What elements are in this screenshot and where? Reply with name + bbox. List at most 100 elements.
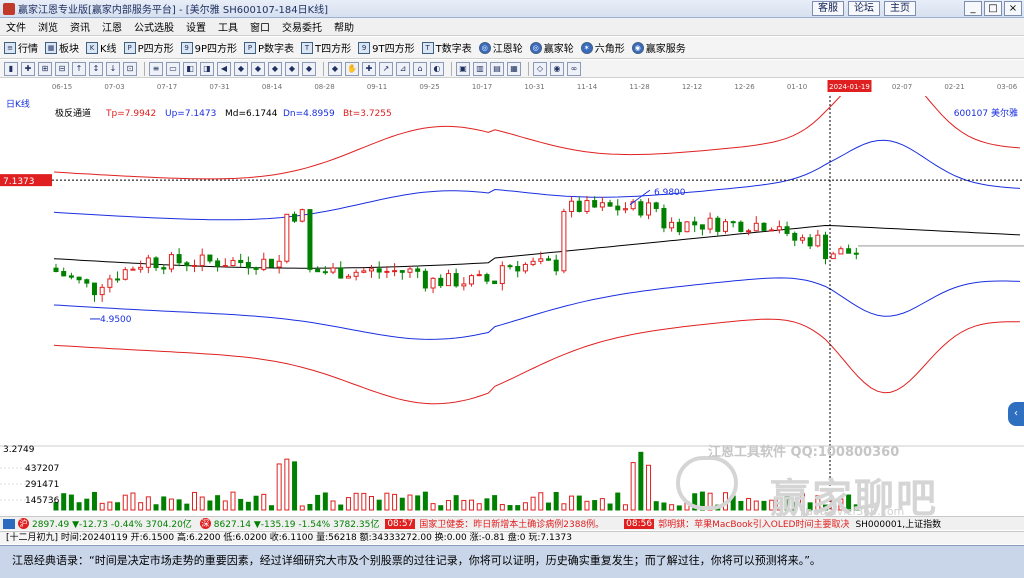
drawing-tool-icon[interactable]: ▮ — [4, 61, 18, 76]
candle-body[interactable] — [415, 268, 421, 272]
candle-body[interactable] — [461, 283, 467, 287]
candle-body[interactable] — [715, 217, 721, 232]
menu-gann[interactable]: 江恩 — [96, 19, 128, 34]
candle-body[interactable] — [661, 207, 667, 229]
candle-body[interactable] — [599, 202, 605, 208]
candle-body[interactable] — [84, 279, 90, 284]
grid-icon[interactable] — [3, 518, 15, 529]
candle-body[interactable] — [561, 210, 567, 272]
toolbar-gann-wheel-button[interactable]: ◎ 江恩轮 — [478, 40, 523, 55]
candle-body[interactable] — [276, 260, 282, 268]
drawing-tool-icon[interactable]: ◧ — [183, 61, 197, 76]
candle-body[interactable] — [61, 270, 67, 277]
candle-body[interactable] — [168, 254, 174, 270]
menu-help[interactable]: 帮助 — [328, 19, 360, 34]
menu-window[interactable]: 窗口 — [244, 19, 276, 34]
candle-body[interactable] — [292, 213, 298, 222]
candle-body[interactable] — [669, 221, 675, 229]
drawing-tool-icon[interactable]: ◐ — [430, 61, 444, 76]
drawing-tool-icon[interactable]: ◆ — [234, 61, 248, 76]
candle-body[interactable] — [430, 277, 436, 289]
sh-index-icon[interactable]: 沪 — [18, 518, 29, 529]
menu-file[interactable]: 文件 — [0, 19, 32, 34]
candle-body[interactable] — [469, 275, 475, 285]
drawing-tool-icon[interactable]: ⊡ — [123, 61, 137, 76]
candle-body[interactable] — [607, 202, 613, 207]
candle-body[interactable] — [776, 226, 782, 231]
toolbar-quotes-button[interactable]: ≡ 行情 — [4, 40, 38, 55]
candle-body[interactable] — [122, 269, 128, 280]
candle-body[interactable] — [707, 217, 713, 230]
candle-body[interactable] — [184, 262, 190, 267]
menu-settings[interactable]: 设置 — [180, 19, 212, 34]
menu-formula[interactable]: 公式选股 — [128, 19, 180, 34]
candle-body[interactable] — [738, 221, 744, 232]
candle-body[interactable] — [799, 237, 805, 241]
candle-body[interactable] — [407, 268, 413, 273]
candle-body[interactable] — [676, 221, 682, 233]
maximize-button[interactable]: □ — [984, 1, 1002, 16]
drawing-tool-icon[interactable]: ⊞ — [38, 61, 52, 76]
homepage-link[interactable]: 主页 — [884, 1, 916, 16]
drawing-tool-icon[interactable]: ◆ — [251, 61, 265, 76]
candle-body[interactable] — [815, 234, 821, 247]
candle-body[interactable] — [330, 267, 336, 273]
candle-body[interactable] — [761, 222, 767, 231]
candle-body[interactable] — [130, 268, 136, 271]
candle-body[interactable] — [622, 208, 628, 211]
candle-body[interactable] — [545, 258, 551, 261]
candle-body[interactable] — [792, 232, 798, 241]
drawing-tool-icon[interactable]: ∞ — [567, 61, 581, 76]
index-selector[interactable]: SH000001,上证指数 — [855, 517, 941, 530]
candle-body[interactable] — [484, 274, 490, 282]
drawing-tool-icon[interactable]: ↓ — [106, 61, 120, 76]
menu-browse[interactable]: 浏览 — [32, 19, 64, 34]
drawing-tool-icon[interactable]: ◀ — [217, 61, 231, 76]
news-item[interactable]: 郭明錤：苹果MacBook引入OLED时间主要取决 — [658, 517, 849, 530]
candle-body[interactable] — [692, 221, 698, 226]
candle-body[interactable] — [653, 202, 659, 209]
candle-body[interactable] — [338, 267, 344, 279]
candle-body[interactable] — [476, 274, 482, 277]
drawing-tool-icon[interactable]: ✚ — [21, 61, 35, 76]
drawing-tool-icon[interactable]: ↗ — [379, 61, 393, 76]
candle-body[interactable] — [499, 265, 505, 285]
candle-body[interactable] — [384, 270, 390, 273]
candle-body[interactable] — [138, 266, 144, 270]
candle-body[interactable] — [769, 229, 775, 232]
drawing-tool-icon[interactable]: ⊿ — [396, 61, 410, 76]
candle-body[interactable] — [176, 254, 182, 264]
candle-body[interactable] — [846, 248, 852, 254]
candle-body[interactable] — [445, 273, 451, 287]
drawing-tool-icon[interactable]: ◆ — [285, 61, 299, 76]
candle-body[interactable] — [784, 226, 790, 234]
candle-body[interactable] — [615, 205, 621, 211]
candle-body[interactable] — [192, 264, 198, 267]
menu-info[interactable]: 资讯 — [64, 19, 96, 34]
candle-body[interactable] — [91, 282, 97, 296]
candle-body[interactable] — [307, 209, 313, 270]
candle-body[interactable] — [438, 277, 444, 287]
candle-body[interactable] — [538, 258, 544, 262]
candle-body[interactable] — [507, 265, 513, 268]
candle-body[interactable] — [576, 200, 582, 212]
candle-body[interactable] — [68, 275, 74, 278]
candle-body[interactable] — [492, 280, 498, 285]
drawing-tool-icon[interactable]: ✋ — [345, 61, 359, 76]
drawing-tool-icon[interactable]: ▦ — [507, 61, 521, 76]
drawing-tool-icon[interactable]: ⊟ — [55, 61, 69, 76]
news-item[interactable]: 国家卫健委：昨日新增本土确诊病例2388例。 — [419, 517, 604, 530]
candle-body[interactable] — [261, 258, 267, 270]
candle-body[interactable] — [722, 221, 728, 232]
candle-body[interactable] — [584, 200, 590, 212]
candle-body[interactable] — [753, 222, 759, 232]
candle-body[interactable] — [153, 257, 159, 269]
drawing-tool-icon[interactable]: ◆ — [328, 61, 342, 76]
drawing-tool-icon[interactable]: ✚ — [362, 61, 376, 76]
candle-body[interactable] — [99, 286, 105, 296]
drawing-tool-icon[interactable]: ◉ — [550, 61, 564, 76]
candle-body[interactable] — [353, 271, 359, 277]
candle-body[interactable] — [76, 276, 82, 281]
drawing-tool-icon[interactable]: ▥ — [473, 61, 487, 76]
candle-body[interactable] — [345, 275, 351, 279]
